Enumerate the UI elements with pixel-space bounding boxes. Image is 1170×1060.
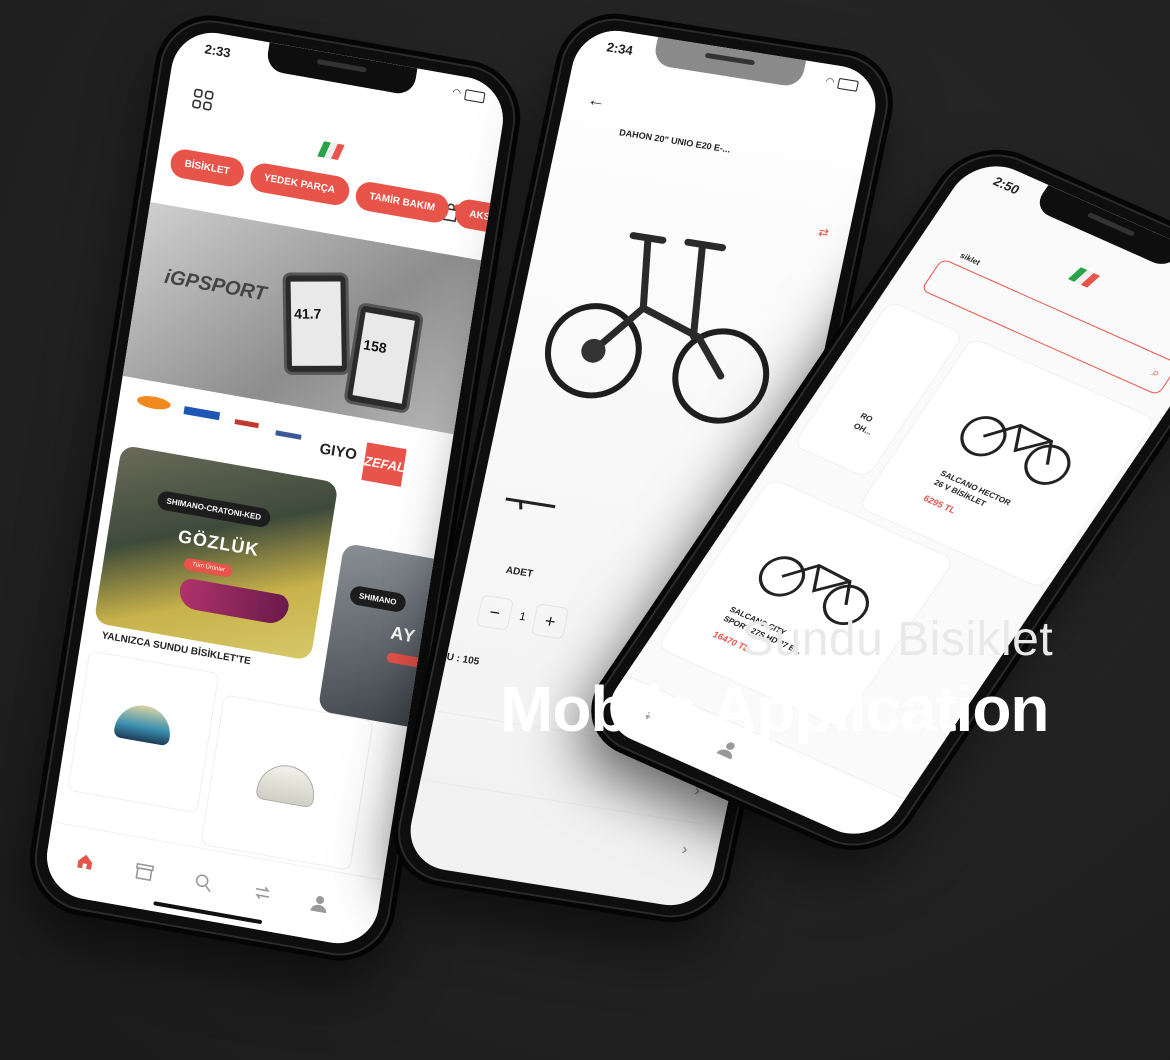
status-time: 2:34 bbox=[605, 39, 635, 59]
chevron-right-icon[interactable]: › bbox=[693, 782, 702, 800]
battery-icon bbox=[836, 77, 859, 92]
brand-logo[interactable] bbox=[275, 430, 302, 440]
brand-logo[interactable] bbox=[136, 393, 172, 412]
product-card[interactable] bbox=[67, 650, 220, 814]
sunglasses-image bbox=[177, 577, 291, 626]
product-card[interactable] bbox=[200, 694, 374, 871]
chip-tamir-bakim[interactable]: TAMİR BAKIM bbox=[353, 179, 451, 225]
brand-giyo[interactable]: GIYO bbox=[318, 440, 358, 463]
notch bbox=[652, 37, 807, 88]
wifi-icon: ◠ bbox=[824, 76, 836, 89]
quantity-label: ADET bbox=[504, 564, 534, 580]
chip-bisiklet[interactable]: BİSİKLET bbox=[168, 147, 246, 189]
chip-aksesuar[interactable]: AKSESUA bbox=[453, 197, 509, 240]
back-arrow-icon[interactable]: ← bbox=[585, 89, 608, 112]
decrement-button[interactable]: − bbox=[475, 594, 514, 631]
profile-icon[interactable] bbox=[309, 893, 330, 914]
status-time: 2:33 bbox=[203, 41, 232, 61]
notch bbox=[1032, 184, 1170, 270]
promo-title: GÖZLÜK bbox=[176, 526, 261, 561]
banner-brand: iGPSPORT bbox=[162, 265, 268, 306]
notch bbox=[265, 42, 418, 97]
search-icon[interactable] bbox=[193, 872, 214, 893]
app-logo bbox=[317, 141, 345, 161]
divider bbox=[402, 775, 704, 825]
gps-device-image: 158 bbox=[343, 301, 425, 415]
status-time: 2:50 bbox=[990, 173, 1023, 198]
compare-icon[interactable]: ⇄ bbox=[817, 225, 830, 240]
store-icon[interactable] bbox=[134, 862, 155, 883]
bike-image bbox=[544, 232, 770, 424]
chevron-right-icon[interactable]: › bbox=[680, 841, 689, 859]
promo-all-products-button[interactable]: Tüm Ürünler bbox=[183, 557, 234, 578]
app-logo bbox=[1067, 266, 1101, 288]
chip-yedek-parca[interactable]: YEDEK PARÇA bbox=[247, 161, 351, 208]
hero-subtitle: Sundu Bisiklet bbox=[742, 613, 1054, 666]
search-icon[interactable]: ⌕ bbox=[1148, 365, 1164, 381]
gps-device-image: 41.7 bbox=[282, 272, 350, 375]
compare-icon[interactable] bbox=[252, 882, 273, 903]
status-icons: ◠ bbox=[451, 87, 486, 104]
wifi-icon: ◠ bbox=[451, 87, 462, 100]
promo2-title: AY bbox=[389, 622, 418, 647]
promo2-button[interactable] bbox=[386, 652, 428, 669]
home-icon[interactable] bbox=[75, 851, 96, 872]
battery-icon bbox=[464, 89, 486, 104]
menu-grid-icon[interactable] bbox=[191, 88, 214, 111]
brand-logo[interactable] bbox=[183, 406, 221, 421]
hero-title: Mobile Application bbox=[500, 673, 1049, 745]
helmet-image bbox=[113, 701, 174, 747]
search-label: siklet bbox=[955, 249, 985, 269]
banner-value-1: 41.7 bbox=[293, 305, 322, 322]
promo-tag: SHIMANO-CRATONI-KED bbox=[156, 489, 272, 529]
helmet-image bbox=[255, 760, 319, 809]
product-price: 6295 TL bbox=[921, 493, 958, 516]
quantity-value: 1 bbox=[518, 610, 527, 624]
product-name-partial: OH... bbox=[851, 421, 874, 437]
brand-zefal[interactable]: ZEFAL bbox=[361, 442, 407, 487]
promo-scene: 2:33 ◠ BİSİKLETYEDEK PARÇATAMİR BAKIMAKS… bbox=[0, 0, 1170, 1060]
promo2-tag: SHIMANO bbox=[348, 584, 407, 614]
status-icons: ◠ bbox=[824, 76, 859, 92]
brand-logo[interactable] bbox=[234, 419, 259, 429]
handlebar-thumbnail[interactable] bbox=[499, 488, 562, 517]
quantity-stepper: −1 + bbox=[475, 594, 570, 640]
increment-button[interactable]: + bbox=[531, 603, 570, 640]
product-title: DAHON 20" UNIO E20 E-... bbox=[618, 127, 732, 155]
promo-card-gozluk[interactable]: SHIMANO-CRATONI-KED GÖZLÜK Tüm Ürünler bbox=[93, 444, 339, 661]
